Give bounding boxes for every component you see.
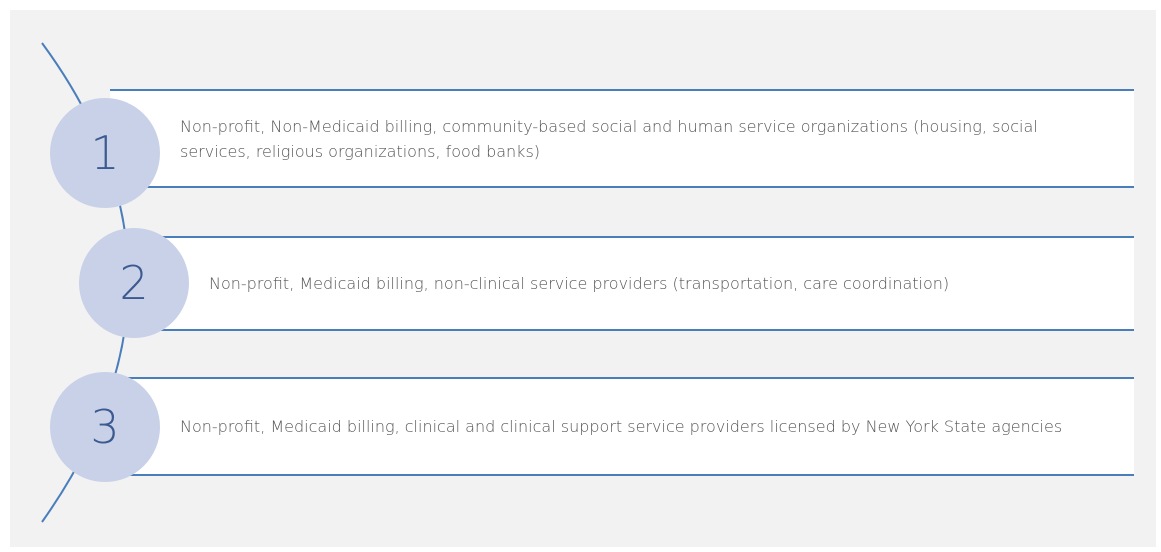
level-3-number: 3: [90, 400, 120, 454]
level-1-number: 1: [90, 126, 120, 180]
level-2-circle: 2: [79, 228, 189, 338]
level-3-band: Non-profit, Medicaid billing, clinical a…: [110, 377, 1134, 476]
level-2-number: 2: [119, 256, 149, 310]
level-1-circle: 1: [50, 98, 160, 208]
level-2-text: Non-profit, Medicaid billing, non-clinic…: [209, 274, 950, 293]
diagram-canvas: Non-profit, Non-Medicaid billing, commun…: [10, 10, 1156, 547]
level-3-circle: 3: [50, 372, 160, 482]
level-2-band: Non-profit, Medicaid billing, non-clinic…: [110, 236, 1134, 331]
level-1-text: Non-profit, Non-Medicaid billing, commun…: [180, 116, 1038, 161]
level-3-text: Non-profit, Medicaid billing, clinical a…: [180, 417, 1063, 436]
level-1-band: Non-profit, Non-Medicaid billing, commun…: [110, 89, 1134, 188]
